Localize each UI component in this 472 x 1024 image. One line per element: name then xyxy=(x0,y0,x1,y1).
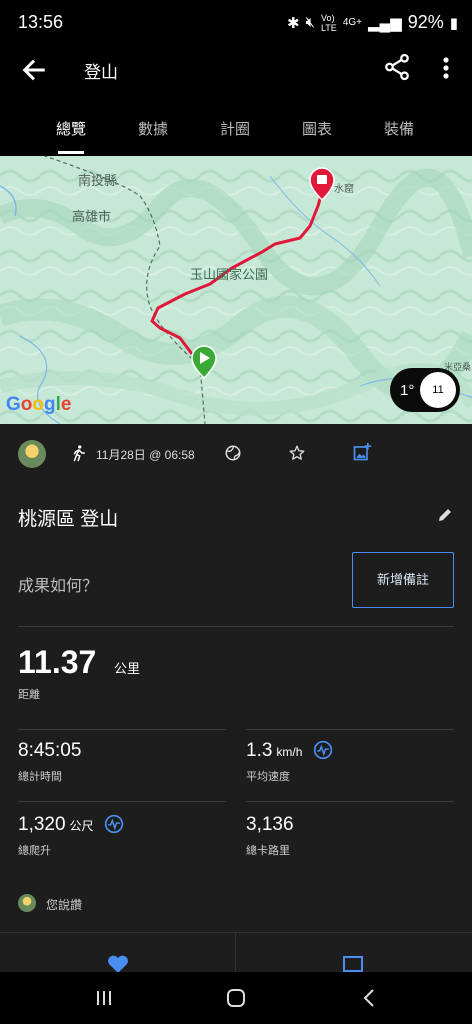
volte-icon: Vo) LTE xyxy=(320,12,337,33)
ascent-unit: 公尺 xyxy=(69,819,94,833)
tab-laps[interactable]: 計圈 xyxy=(194,104,276,152)
tab-bar: 總覽 數據 計圈 圖表 裝備 xyxy=(0,104,472,154)
action-bar xyxy=(0,932,472,973)
distance-label: 距離 xyxy=(18,689,40,701)
network-type: 4G+ xyxy=(342,17,362,28)
mute-icon: 🔇︎ xyxy=(305,14,315,31)
calories-label: 總卡路里 xyxy=(246,845,290,857)
ascent-stat: 1,320 公尺 總爬升 xyxy=(18,814,218,858)
activity-meta: 11月28日 @ 06:58 xyxy=(18,438,458,470)
route-map[interactable]: 南投縣 高雄市 玉山國家公園 水窟 米亞桑 Google 1° 11 xyxy=(0,156,472,424)
status-bar: 13:56 ✱ 🔇︎ Vo) LTE 4G+ ▂▄▆ 92% ▮ xyxy=(0,0,472,44)
ascent-value: 1,320 xyxy=(18,814,66,835)
activity-panel: 11月28日 @ 06:58 桃源區 登山 成果如何？ 新增備註 11.37 公… xyxy=(0,424,472,972)
tab-gear[interactable]: 裝備 xyxy=(358,104,440,152)
compass-degrees: 1° xyxy=(400,381,415,399)
avg-speed-label: 平均速度 xyxy=(246,771,290,783)
signal-icon: ▂▄▆ xyxy=(368,14,402,32)
edit-pencil-icon[interactable] xyxy=(436,506,454,524)
distance-unit: 公里 xyxy=(114,661,141,676)
battery-icon: ▮ xyxy=(449,14,458,32)
activity-date: 11月28日 @ 06:58 xyxy=(96,448,195,462)
more-options-icon[interactable] xyxy=(434,52,458,84)
tab-charts[interactable]: 圖表 xyxy=(276,104,358,152)
page-title: 登山 xyxy=(84,63,118,82)
map-label-nantou: 南投縣 xyxy=(78,173,118,188)
like-summary-text: 您說讚 xyxy=(46,898,83,912)
bluetooth-icon: ✱ xyxy=(286,14,300,32)
avatar xyxy=(18,894,36,912)
map-label-kaohsiung: 高雄市 xyxy=(72,209,112,224)
divider xyxy=(18,801,226,802)
avg-speed-unit: km/h xyxy=(276,745,303,759)
ascent-pulse-icon[interactable] xyxy=(104,814,124,834)
share-icon[interactable] xyxy=(382,52,412,82)
google-logo: Google xyxy=(6,394,72,415)
map-label-end: 水窟 xyxy=(334,184,354,195)
divider xyxy=(246,801,454,802)
add-photo-icon[interactable] xyxy=(352,442,372,462)
recent-apps-icon[interactable] xyxy=(92,986,116,1010)
activity-name: 桃源區 登山 xyxy=(18,509,119,530)
add-note-button[interactable]: 新增備註 xyxy=(352,552,454,608)
tab-overview[interactable]: 總覽 xyxy=(30,104,112,154)
comment-icon[interactable] xyxy=(342,955,364,973)
divider xyxy=(235,933,236,973)
app-bar: 登山 xyxy=(0,44,472,100)
divider xyxy=(18,729,226,730)
speed-pulse-icon[interactable] xyxy=(313,740,333,760)
privacy-globe-icon[interactable] xyxy=(224,444,242,462)
calories-value: 3,136 xyxy=(246,814,294,835)
like-heart-icon[interactable] xyxy=(106,955,130,973)
avg-speed-stat: 1.3 km/h 平均速度 xyxy=(246,740,446,784)
calories-stat: 3,136 總卡路里 xyxy=(246,814,446,858)
total-time-value: 8:45:05 xyxy=(18,740,82,761)
avatar[interactable] xyxy=(18,440,46,468)
back-arrow-icon[interactable] xyxy=(18,54,50,86)
battery-level: 92% xyxy=(407,12,444,32)
status-icons: ✱ 🔇︎ Vo) LTE 4G+ ▂▄▆ 92% ▮ xyxy=(287,12,458,33)
avg-speed-value: 1.3 xyxy=(246,740,273,761)
divider xyxy=(18,626,454,627)
hiking-icon xyxy=(73,445,85,462)
compass-zoom: 11 xyxy=(420,372,456,408)
feeling-prompt: 成果如何？ xyxy=(18,578,99,595)
favorite-star-icon[interactable] xyxy=(288,444,306,462)
map-compass[interactable]: 1° 11 xyxy=(390,368,460,412)
distance-value: 11.37 xyxy=(18,644,97,680)
home-icon[interactable] xyxy=(224,986,248,1010)
total-time-stat: 8:45:05 總計時間 xyxy=(18,740,218,784)
system-nav-bar xyxy=(0,972,472,1024)
total-time-label: 總計時間 xyxy=(18,771,62,783)
map-label-park: 玉山國家公園 xyxy=(190,267,269,282)
ascent-label: 總爬升 xyxy=(18,845,51,857)
back-nav-icon[interactable] xyxy=(358,986,382,1010)
tab-data[interactable]: 數據 xyxy=(112,104,194,152)
divider xyxy=(246,729,454,730)
status-time: 13:56 xyxy=(18,12,64,32)
